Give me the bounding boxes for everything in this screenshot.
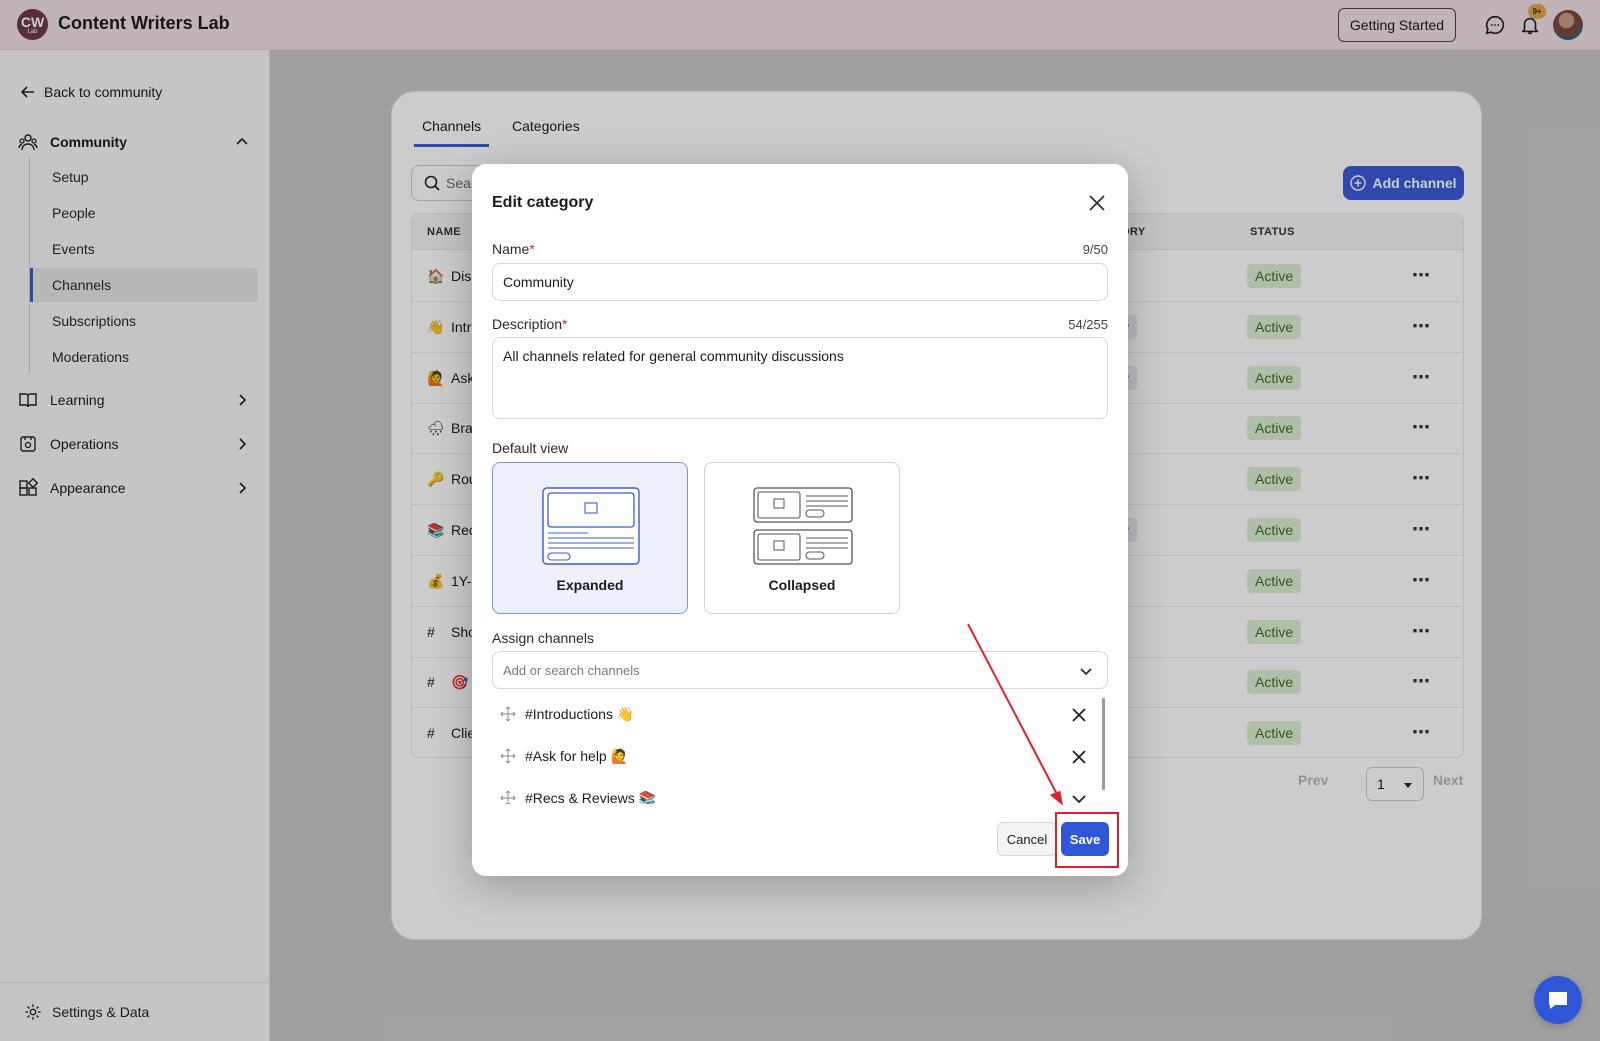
drag-handle-icon[interactable] (500, 790, 516, 804)
assign-channels-select[interactable]: Add or search channels (492, 651, 1108, 689)
collapsed-caption: Collapsed (768, 577, 836, 593)
assigned-channels-list: #Introductions 👋 #Ask for help 🙋 #Recs &… (492, 694, 1102, 804)
assign-channels-label: Assign channels (492, 630, 594, 646)
view-option-expanded[interactable]: Expanded (492, 462, 688, 614)
support-chat-button[interactable] (1534, 976, 1582, 1024)
name-char-counter: 9/50 (1082, 242, 1108, 257)
assigned-channel-item: #Recs & Reviews 📚 (492, 778, 1092, 804)
description-field[interactable]: All channels related for general communi… (492, 337, 1108, 419)
description-label: Description* (492, 316, 568, 332)
assigned-channel-label: #Ask for help 🙋 (525, 748, 629, 764)
default-view-label: Default view (492, 440, 569, 456)
name-label: Name* (492, 241, 535, 257)
remove-icon[interactable] (1070, 748, 1088, 766)
description-char-counter: 54/255 (1068, 317, 1108, 332)
drag-handle-icon[interactable] (500, 706, 516, 722)
list-scrollbar[interactable] (1102, 698, 1105, 790)
assigned-channel-item: #Introductions 👋 (492, 694, 1092, 734)
view-option-collapsed[interactable]: Collapsed (704, 462, 900, 614)
cancel-button[interactable]: Cancel (997, 822, 1057, 856)
dialog-title: Edit category (492, 194, 594, 211)
edit-category-dialog: Edit category Name* 9/50 Community Descr… (472, 164, 1128, 876)
save-highlight-box (1055, 812, 1119, 868)
close-icon[interactable] (1087, 193, 1107, 213)
chevron-down-icon (1080, 668, 1092, 676)
name-field[interactable]: Community (492, 263, 1108, 301)
expanded-layout-icon (542, 487, 640, 565)
expanded-caption: Expanded (556, 577, 624, 593)
remove-icon[interactable] (1070, 706, 1088, 724)
assigned-channel-label: #Recs & Reviews 📚 (525, 790, 657, 804)
assigned-channel-label: #Introductions 👋 (525, 706, 635, 722)
collapsed-layout-icon (753, 487, 853, 565)
assigned-channel-item: #Ask for help 🙋 (492, 736, 1092, 776)
remove-icon[interactable] (1070, 790, 1088, 804)
chat-bubble-icon (1549, 992, 1567, 1009)
drag-handle-icon[interactable] (500, 748, 516, 764)
